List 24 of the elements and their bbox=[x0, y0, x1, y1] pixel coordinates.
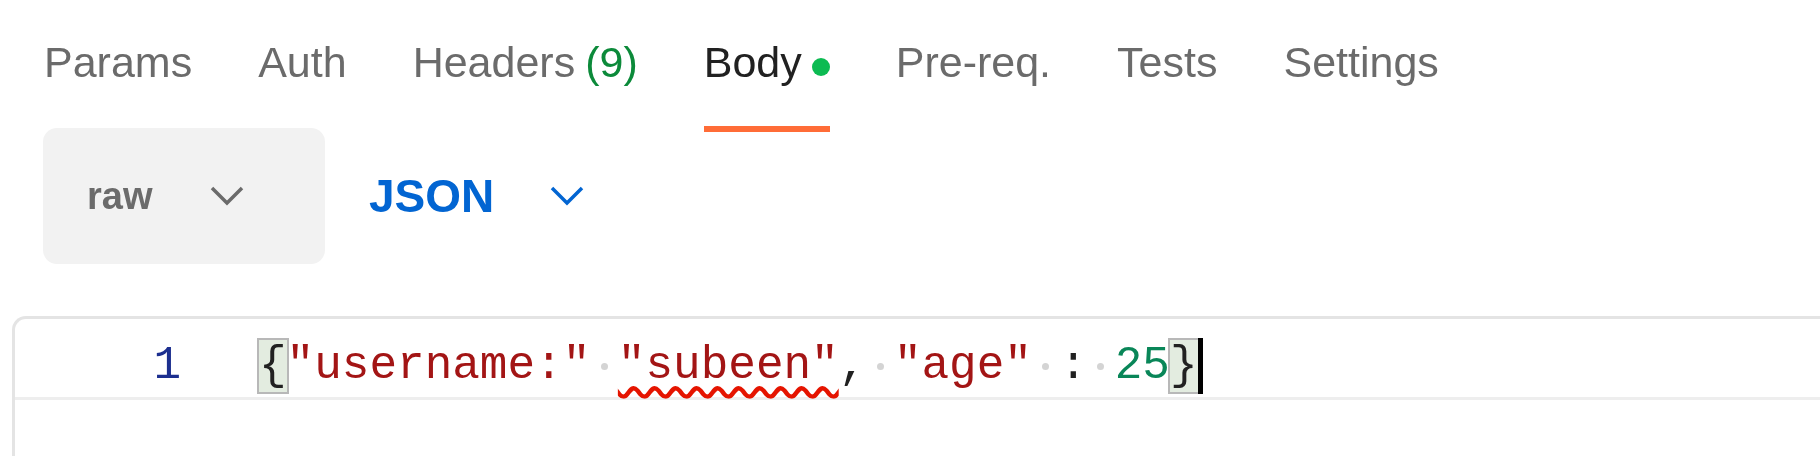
whitespace-dot-icon bbox=[876, 362, 884, 370]
code-token: "username:" bbox=[286, 340, 591, 392]
whitespace-dot-icon bbox=[1042, 362, 1050, 370]
code-token: } bbox=[1169, 340, 1198, 392]
line-number: 1 bbox=[152, 340, 182, 392]
whitespace-dot-icon bbox=[1097, 362, 1105, 370]
chevron-down-icon bbox=[210, 186, 245, 206]
chevron-down-icon bbox=[550, 186, 585, 206]
code-token: 25 bbox=[1114, 340, 1170, 392]
tab[interactable]: Pre-req. bbox=[895, 24, 1052, 132]
tab-count: (9) bbox=[585, 38, 638, 87]
code-token: "subeen" bbox=[617, 340, 839, 392]
tab[interactable]: Tests bbox=[1117, 24, 1218, 132]
code-token: "age" bbox=[893, 340, 1032, 392]
whitespace-dot-icon bbox=[600, 362, 608, 370]
body-mode-dropdown[interactable]: raw bbox=[43, 128, 325, 264]
tab[interactable]: Settings bbox=[1283, 24, 1439, 132]
code-token: : bbox=[1059, 340, 1088, 392]
tab[interactable]: Body bbox=[703, 24, 830, 132]
code-token: , bbox=[838, 340, 867, 392]
tab[interactable]: Headers (9) bbox=[412, 24, 638, 132]
code-token: { bbox=[259, 340, 287, 392]
language-dropdown[interactable]: JSON bbox=[369, 169, 585, 223]
code-editor[interactable]: 1 {"username:" "subeen", "age" : 25} bbox=[12, 316, 1820, 456]
